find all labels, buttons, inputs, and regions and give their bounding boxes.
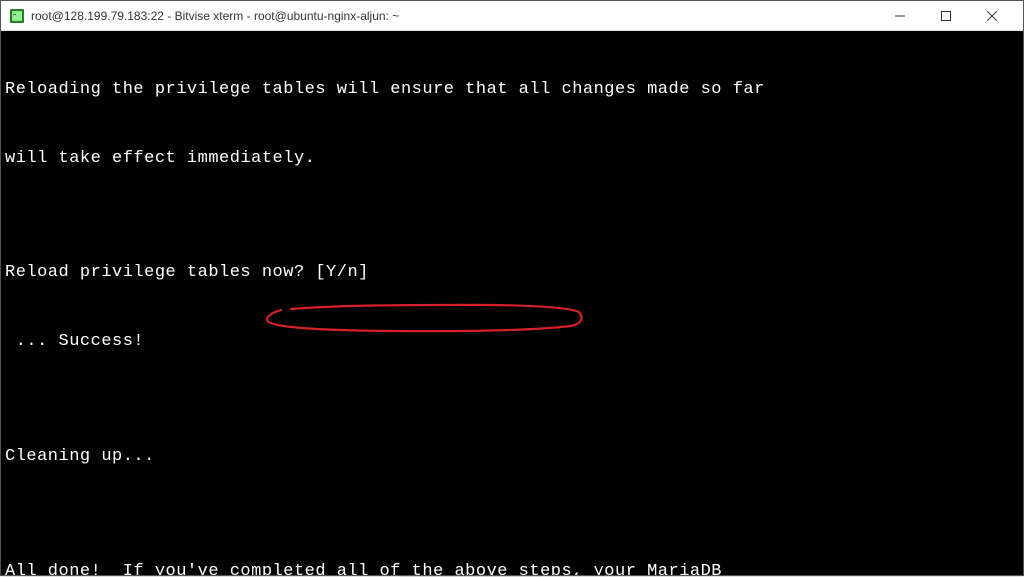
minimize-button[interactable]: [877, 1, 923, 31]
app-icon: [9, 8, 25, 24]
output-line: Reloading the privilege tables will ensu…: [5, 79, 1019, 102]
maximize-button[interactable]: [923, 1, 969, 31]
close-button[interactable]: [969, 1, 1015, 31]
titlebar[interactable]: root@128.199.79.183:22 - Bitvise xterm -…: [1, 1, 1023, 31]
output-line: ... Success!: [5, 331, 1019, 354]
terminal-output[interactable]: Reloading the privilege tables will ensu…: [1, 31, 1023, 575]
window-title: root@128.199.79.183:22 - Bitvise xterm -…: [31, 9, 877, 23]
terminal-window: root@128.199.79.183:22 - Bitvise xterm -…: [0, 0, 1024, 576]
output-line: Reload privilege tables now? [Y/n]: [5, 262, 1019, 285]
output-line: will take effect immediately.: [5, 148, 1019, 171]
window-controls: [877, 1, 1015, 31]
output-line: All done! If you've completed all of the…: [5, 561, 1019, 575]
output-line: Cleaning up...: [5, 446, 1019, 469]
